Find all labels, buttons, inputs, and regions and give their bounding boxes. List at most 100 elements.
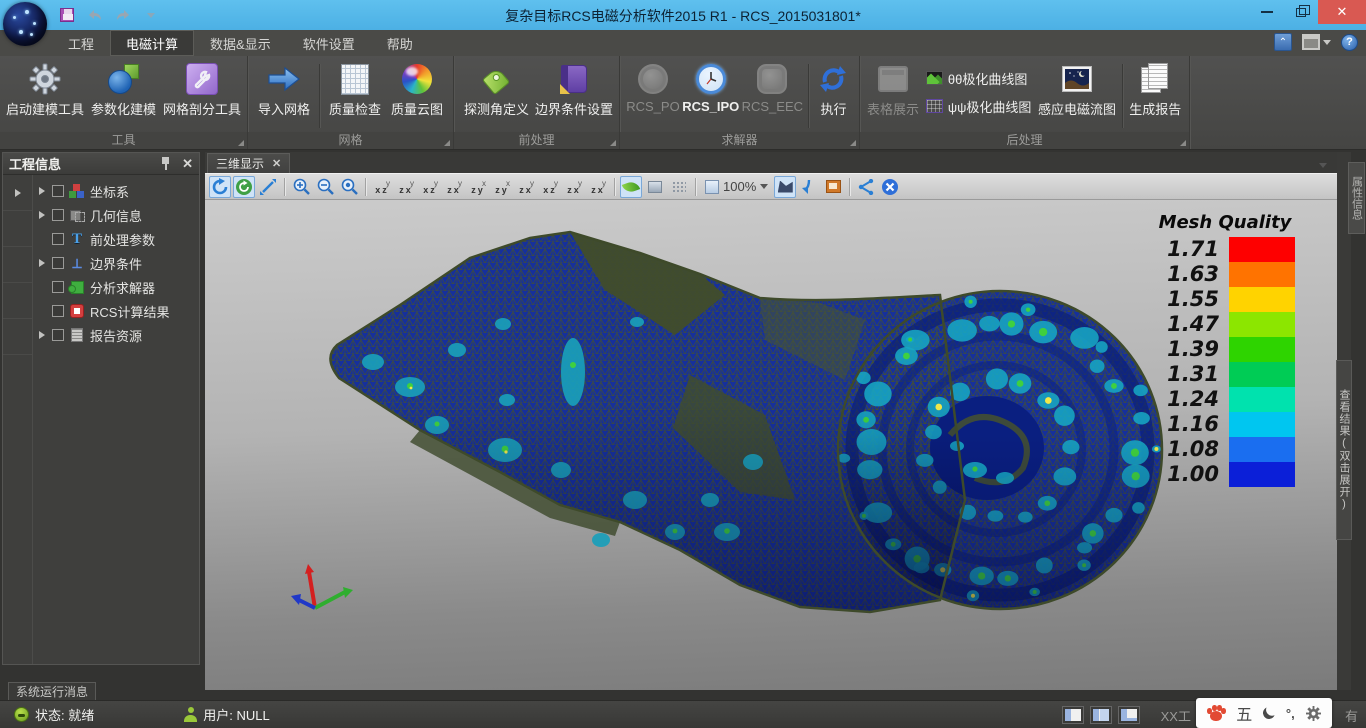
gutter-expand-arrow[interactable] [15,189,21,197]
import-mesh-button[interactable]: 导入网格 [254,60,314,118]
arrow-down-button[interactable] [798,176,820,198]
tree-item-rcs-results[interactable]: RCS计算结果 [33,299,199,323]
view-back-button[interactable]: yzx [395,176,417,198]
psi-polarization-curve-button[interactable]: ψψ极化曲线图 [922,94,1036,118]
window-style-button[interactable] [1302,34,1331,50]
tab-em-computation[interactable]: 电磁计算 [110,30,194,56]
zoom-in-button[interactable] [290,176,312,198]
ime-toolbar[interactable]: 五 °, [1196,698,1332,728]
tab-close-icon[interactable]: ✕ [272,157,281,170]
expand-arrow-icon[interactable] [39,331,45,339]
fit-view-button[interactable] [257,176,279,198]
layout-bottom-panel-button[interactable] [1119,707,1139,723]
checkbox[interactable] [52,329,64,341]
legend-color-swatch [1229,462,1295,487]
close-button[interactable]: ✕ [1318,0,1366,24]
purple-curve-thumb-icon [926,99,943,113]
properties-vertical-tab[interactable]: 属性信息 [1348,162,1365,234]
expand-arrow-icon[interactable] [39,187,45,195]
panel-close-icon[interactable]: ✕ [182,156,193,172]
points-mode-button[interactable] [668,176,690,198]
tree-item-geometry-info[interactable]: 几何信息 [33,203,199,227]
checkbox[interactable] [52,233,64,245]
boundary-icon: ⟂ [69,255,85,271]
green-tag-icon [479,62,513,96]
refresh-view-button[interactable] [233,176,255,198]
collapse-ribbon-button[interactable]: ⌃ [1274,33,1292,51]
quality-check-button[interactable]: 质量检查 [325,60,385,118]
view-results-vertical-tab[interactable]: 查看结果(双击展开) [1336,360,1352,540]
ime-mode-label[interactable]: 五 [1236,701,1252,725]
color-sphere-icon [400,62,434,96]
tree-item-analysis-solver[interactable]: 分析求解器 [33,275,199,299]
checkbox[interactable] [52,185,64,197]
solver-rcs-ipo-button[interactable]: RCS_IPO [682,60,740,114]
shaded-mode-button[interactable] [620,176,642,198]
quality-cloud-map-button[interactable]: 质量云图 [387,60,447,118]
cancel-button[interactable] [879,176,901,198]
3d-viewport[interactable]: Mesh Quality 1.711.631.551.471.391.311.2… [205,200,1337,690]
minimize-button[interactable] [1250,0,1284,24]
restore-button[interactable] [1284,0,1318,24]
view-iso-2-button[interactable]: yxz [539,176,561,198]
mesh-partition-tool-button[interactable]: 网格剖分工具 [163,60,241,118]
view-top-button[interactable]: xzy [467,176,489,198]
zoom-extents-button[interactable] [338,176,360,198]
capture-window-button[interactable] [822,176,844,198]
expand-arrow-icon[interactable] [39,259,45,267]
tab-3d-display[interactable]: 三维显示 ✕ [207,153,290,173]
ime-punctuation-icon[interactable]: °, [1286,706,1295,721]
tab-project[interactable]: 工程 [52,30,110,56]
ribbon: 启动建模工具 参数化建模 网格剖分工具 工具 导入网格 [0,56,1366,150]
ime-fullhalf-icon[interactable] [1261,705,1276,720]
pin-icon[interactable] [161,157,170,170]
statusbar-text-tail: 有 [1345,706,1358,725]
tree-item-preprocess-params[interactable]: T 前处理参数 [33,227,199,251]
view-iso-4-button[interactable]: yzx [587,176,609,198]
layout-split-button[interactable] [1091,707,1111,723]
checkbox[interactable] [52,281,64,293]
view-bottom-button[interactable]: xzy [491,176,513,198]
view-left-button[interactable]: yxz [419,176,441,198]
flat-mode-button[interactable] [644,176,666,198]
zoom-level-widget[interactable]: 100% [701,179,772,194]
view-iso-3-button[interactable]: yzx [563,176,585,198]
induced-current-map-button[interactable]: 感应电磁流图 [1037,60,1116,118]
ime-settings-gear-icon[interactable] [1306,706,1321,721]
view-iso-1-button[interactable]: yzx [515,176,537,198]
layout-left-panel-button[interactable] [1063,707,1083,723]
zoom-out-button[interactable] [314,176,336,198]
boundary-conditions-button[interactable]: 边界条件设置 [535,60,613,118]
solver-rcs-po-button[interactable]: RCS_PO [626,60,680,114]
tree-item-report-resources[interactable]: 报告资源 [33,323,199,347]
app-logo[interactable] [3,2,47,46]
checkbox[interactable] [52,209,64,221]
checkbox[interactable] [52,257,64,269]
tree-item-boundary-conditions[interactable]: ⟂ 边界条件 [33,251,199,275]
theta-polarization-curve-button[interactable]: θθ极化曲线图 [922,66,1036,90]
parametric-modeling-button[interactable]: 参数化建模 [86,60,161,118]
expand-arrow-icon[interactable] [39,211,45,219]
help-button[interactable]: ? [1341,34,1358,51]
execute-button[interactable]: 执行 [814,60,853,118]
share-view-button[interactable] [855,176,877,198]
tab-data-display[interactable]: 数据&显示 [194,30,287,56]
solver-rcs-eec-button[interactable]: RCS_EEC [742,60,803,114]
table-display-button[interactable]: 表格展示 [866,60,920,118]
system-messages-tab[interactable]: 系统运行消息 [8,682,96,700]
ime-logo-icon[interactable] [1207,705,1225,721]
view-front-button[interactable]: yxz [371,176,393,198]
generate-report-button[interactable]: 生成报告 [1127,60,1183,118]
report-pages-icon [1138,62,1172,96]
view-right-button[interactable]: yzx [443,176,465,198]
launch-modeling-tool-button[interactable]: 启动建模工具 [6,60,84,118]
checkbox[interactable] [52,305,64,317]
legend-row: 1.63 [1145,262,1305,287]
rotate-view-button[interactable] [209,176,231,198]
tab-help[interactable]: 帮助 [371,30,429,56]
tree-item-coordinate-system[interactable]: 坐标系 [33,179,199,203]
tabbar-caret-icon[interactable] [1319,163,1327,168]
probe-angle-button[interactable]: 探测角定义 [460,60,533,118]
tab-software-settings[interactable]: 软件设置 [287,30,371,56]
section-view-button[interactable] [774,176,796,198]
